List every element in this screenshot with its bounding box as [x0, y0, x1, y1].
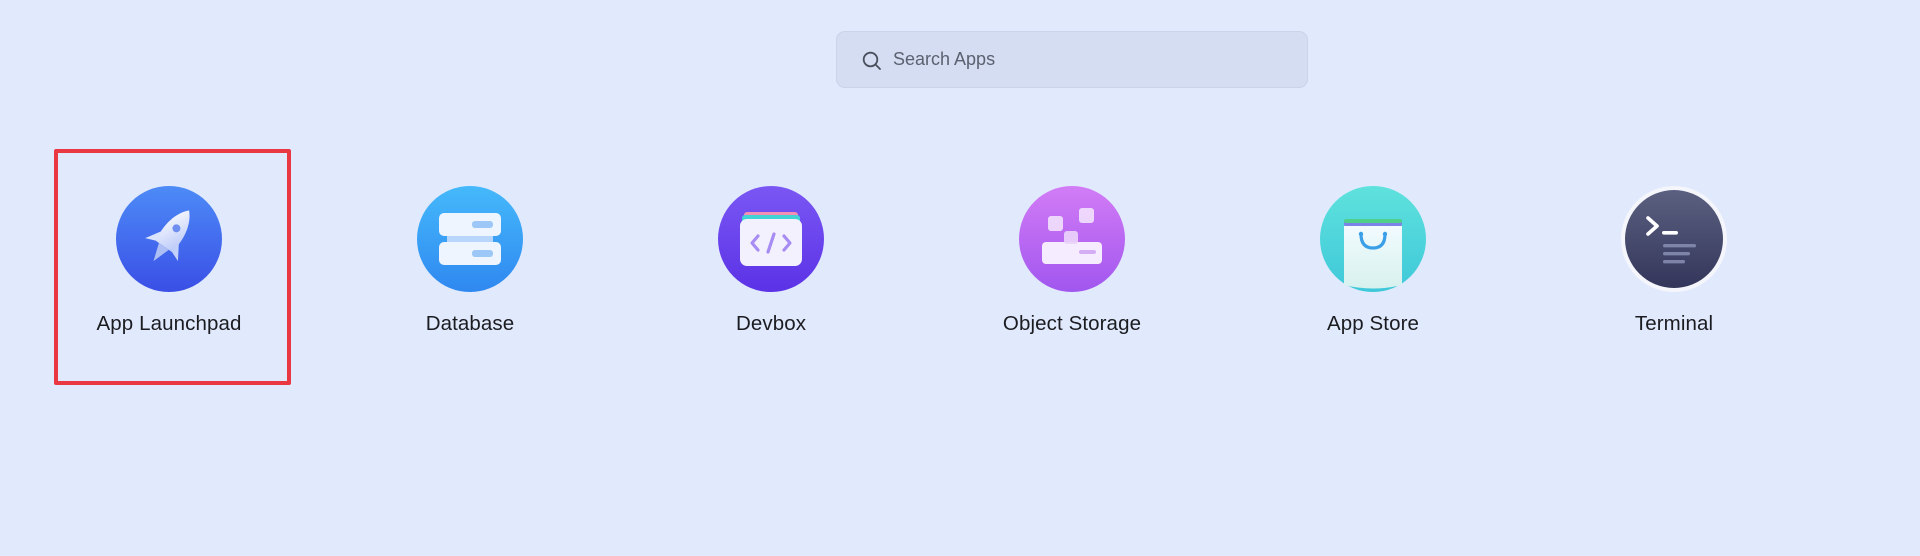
app-tile-devbox[interactable]: Devbox	[661, 186, 881, 346]
app-tile-app-store[interactable]: App Store	[1263, 186, 1483, 346]
devbox-code-icon	[718, 186, 824, 292]
app-label: App Launchpad	[96, 312, 242, 335]
app-label: Object Storage	[1002, 312, 1142, 335]
database-icon	[417, 186, 523, 292]
app-tile-app-launchpad[interactable]: App Launchpad	[59, 186, 279, 346]
object-storage-icon	[1019, 186, 1125, 292]
shopping-bag-icon	[1320, 186, 1426, 292]
search-icon	[862, 51, 881, 70]
search-box[interactable]	[836, 31, 1308, 88]
rocket-icon	[116, 186, 222, 292]
app-tile-object-storage[interactable]: Object Storage	[962, 186, 1182, 346]
desktop: App Launchpad Database	[0, 0, 1920, 556]
app-tile-database[interactable]: Database	[360, 186, 580, 346]
app-label: Devbox	[735, 312, 807, 335]
app-label: Database	[425, 312, 515, 335]
app-label: Terminal	[1634, 312, 1714, 335]
terminal-icon	[1621, 186, 1727, 292]
search-input[interactable]	[893, 32, 1293, 87]
app-label: App Store	[1326, 312, 1420, 335]
app-tile-terminal[interactable]: Terminal	[1564, 186, 1784, 346]
